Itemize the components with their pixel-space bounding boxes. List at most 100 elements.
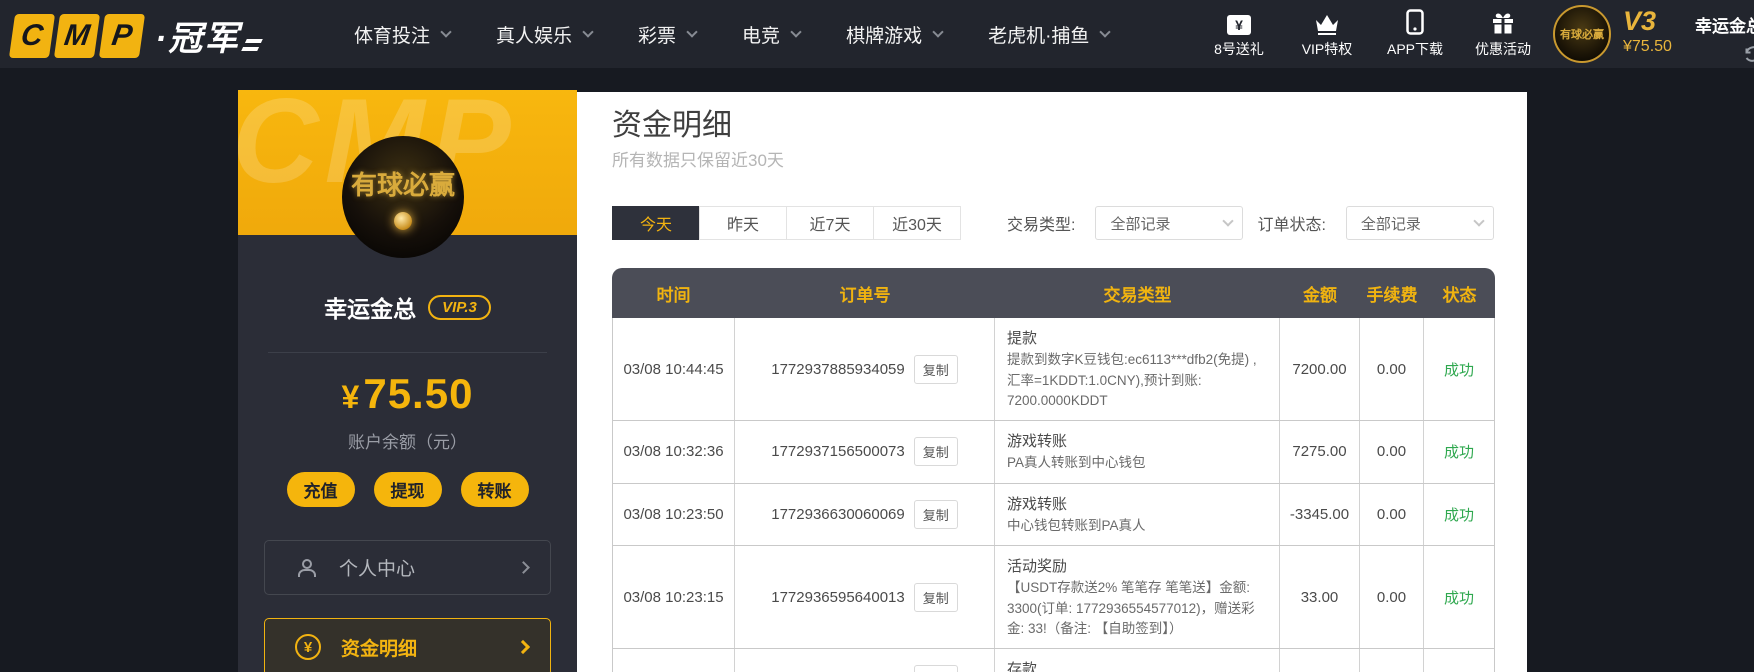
header-status: 状态 xyxy=(1442,285,1477,305)
cell-type: 活动奖励 【USDT存款送2% 笔笔存 笔笔送】金额: 3300(订单: 177… xyxy=(995,546,1280,648)
tab-last7days[interactable]: 近7天 xyxy=(786,206,874,240)
profile-name-row: 幸运金总 VIP.3 xyxy=(238,290,577,324)
quick-link-app[interactable]: APP下载 xyxy=(1384,9,1446,59)
quick-link-vip[interactable]: VIP特权 xyxy=(1296,9,1358,59)
nav-item-lottery[interactable]: 彩票 xyxy=(638,21,698,48)
transfer-button[interactable]: 转账 xyxy=(460,472,529,507)
sidebar: CMP 有球必赢 幸运金总 VIP.3 ¥75.50 账户余额（元） 充值 提现… xyxy=(238,90,577,672)
cell-fee: 0.00 xyxy=(1360,546,1424,648)
cell-time: 03/08 10:32:36 xyxy=(613,421,735,483)
vip-balance-block: V3 ¥75.50 xyxy=(1623,8,1681,56)
person-icon xyxy=(295,556,319,580)
tab-today[interactable]: 今天 xyxy=(612,206,700,240)
chevron-down-icon xyxy=(582,26,594,38)
chevron-right-icon xyxy=(517,561,530,574)
phone-icon xyxy=(1406,9,1424,35)
table-row: 03/08 10:23:50 1772936630060069 复制 游戏转账 … xyxy=(613,483,1494,546)
account-balance: ¥75.50 xyxy=(341,370,474,417)
cell-status: 成功 xyxy=(1443,361,1474,379)
copy-button[interactable]: 复制 xyxy=(913,354,958,384)
cell-status: 成功 xyxy=(1443,444,1474,462)
copy-button[interactable]: 复制 xyxy=(913,437,958,467)
quick-link-gift8[interactable]: ¥ 8号送礼 xyxy=(1208,9,1270,59)
copy-button[interactable]: 复制 xyxy=(913,499,958,529)
table-header: 时间 订单号 交易类型 金额 手续费 状态 xyxy=(612,268,1495,318)
refresh-balance-icon[interactable] xyxy=(1743,44,1754,64)
header-type: 交易类型 xyxy=(1103,285,1172,305)
cell-amount: 33.00 xyxy=(1280,546,1360,648)
navbar-username[interactable]: 幸运金总 xyxy=(1695,12,1754,37)
table-row: 03/08 10:23:15 1772936595640013 复制 活动奖励 … xyxy=(613,546,1494,649)
cell-order-no: 1772937885934059 复制 xyxy=(735,318,995,420)
profile-avatar: 有球必赢 xyxy=(342,136,464,258)
tab-yesterday[interactable]: 昨天 xyxy=(699,206,787,240)
table-row: 03/08 10:32:36 1772937156500073 复制 游戏转账 … xyxy=(613,421,1494,484)
cell-type: 存款 K豆钱包-稍后选择 充值 xyxy=(995,649,1280,672)
cell-amount: 3300.00 xyxy=(1280,649,1360,672)
golden-ball-decoration xyxy=(394,211,412,230)
coin-icon: ¥ xyxy=(295,634,321,660)
cell-fee: 0.00 xyxy=(1360,318,1424,420)
cell-fee: 0.00 xyxy=(1360,421,1424,483)
cell-fee: 0.00 xyxy=(1360,483,1424,545)
nav-item-sports[interactable]: 体育投注 xyxy=(354,21,452,48)
cell-status: 成功 xyxy=(1443,589,1474,607)
cell-type: 提款 提款到数字K豆钱包:ec6113***dfb2(免提) ,汇率=1KDDT… xyxy=(995,318,1280,420)
chevron-down-icon xyxy=(1222,215,1235,227)
nav-item-slots-fishing[interactable]: 老虎机·捕鱼 xyxy=(988,21,1112,48)
wallet-actions: 充值 提现 转账 xyxy=(238,472,577,507)
sidebar-item-funds-detail[interactable]: ¥ 资金明细 xyxy=(264,618,551,672)
header-time: 时间 xyxy=(656,285,691,305)
cell-order-no: 1772937156500073 复制 xyxy=(735,421,995,483)
profile-username: 幸运金总 xyxy=(324,296,417,322)
chevron-down-icon xyxy=(932,26,944,38)
gift-icon xyxy=(1491,9,1515,35)
copy-button[interactable]: 复制 xyxy=(913,582,958,612)
vip-badge: VIP.3 xyxy=(428,294,491,320)
page-title: 资金明细 xyxy=(612,109,732,142)
transaction-type-select[interactable]: 全部记录 xyxy=(1095,206,1244,240)
cell-status: 成功 xyxy=(1424,649,1494,672)
logo-letter: P xyxy=(98,13,146,58)
cell-time: 03/08 10:44:45 xyxy=(613,318,735,420)
funds-table: 时间 订单号 交易类型 金额 手续费 状态 03/08 10:44:45 177… xyxy=(612,268,1495,672)
tab-last30days[interactable]: 近30天 xyxy=(873,206,961,240)
withdraw-button[interactable]: 提现 xyxy=(373,472,442,507)
nav-item-esports[interactable]: 电竞 xyxy=(742,21,802,48)
order-status-label: 订单状态: xyxy=(1257,217,1326,234)
top-navbar: C M P ·冠军 体育投注 真人娱乐 彩票 电竞 棋牌游戏 老虎机·捕鱼 ¥ … xyxy=(0,0,1754,68)
cell-time: 03/08 10:23:15 xyxy=(613,546,735,648)
navbar-balance: ¥75.50 xyxy=(1623,38,1672,55)
table-body: 03/08 10:44:45 1772937885934059 复制 提款 提款… xyxy=(612,318,1495,672)
cell-amount: 7200.00 xyxy=(1280,318,1360,420)
filter-row: 今天 昨天 近7天 近30天 交易类型: 全部记录 订单状态: 全部记录 xyxy=(612,206,1494,240)
brand-logo[interactable]: C M P ·冠军 xyxy=(8,11,264,60)
chevron-down-icon xyxy=(686,26,698,38)
cell-order-no: 1772936595640013 复制 xyxy=(735,546,995,648)
nav-item-board-games[interactable]: 棋牌游戏 xyxy=(846,21,944,48)
main-menu: 体育投注 真人娱乐 彩票 电竞 棋牌游戏 老虎机·捕鱼 xyxy=(354,0,1112,68)
gift-voucher-icon: ¥ xyxy=(1227,9,1251,35)
logo-letter: M xyxy=(53,13,101,58)
chevron-down-icon xyxy=(1473,215,1485,227)
nav-item-live-casino[interactable]: 真人娱乐 xyxy=(496,21,594,48)
cell-amount: -3345.00 xyxy=(1280,483,1360,545)
copy-button[interactable]: 复制 xyxy=(913,665,958,672)
chevron-down-icon xyxy=(1099,26,1112,38)
cell-time: 03/08 10:22:34 xyxy=(613,649,735,672)
header-amount: 金额 xyxy=(1303,285,1337,305)
crown-icon xyxy=(1314,9,1340,35)
order-status-select[interactable]: 全部记录 xyxy=(1345,206,1494,240)
chevron-down-icon xyxy=(440,26,452,38)
cell-amount: 7275.00 xyxy=(1280,421,1360,483)
cell-status: 成功 xyxy=(1443,506,1474,524)
table-row: 03/08 10:22:34 1772936554577012 复制 存款 K豆… xyxy=(613,649,1494,672)
deposit-button[interactable]: 充值 xyxy=(286,472,355,507)
sidebar-item-personal-center[interactable]: 个人中心 xyxy=(264,540,551,595)
user-avatar[interactable]: 有球必赢 xyxy=(1553,5,1611,63)
quick-link-promotions[interactable]: 优惠活动 xyxy=(1472,9,1534,59)
cell-type: 游戏转账 PA真人转账到中心钱包 xyxy=(995,421,1280,483)
header-fee: 手续费 xyxy=(1366,285,1418,305)
transaction-type-label: 交易类型: xyxy=(1007,217,1076,234)
cell-fee: 0.00 xyxy=(1360,649,1424,672)
